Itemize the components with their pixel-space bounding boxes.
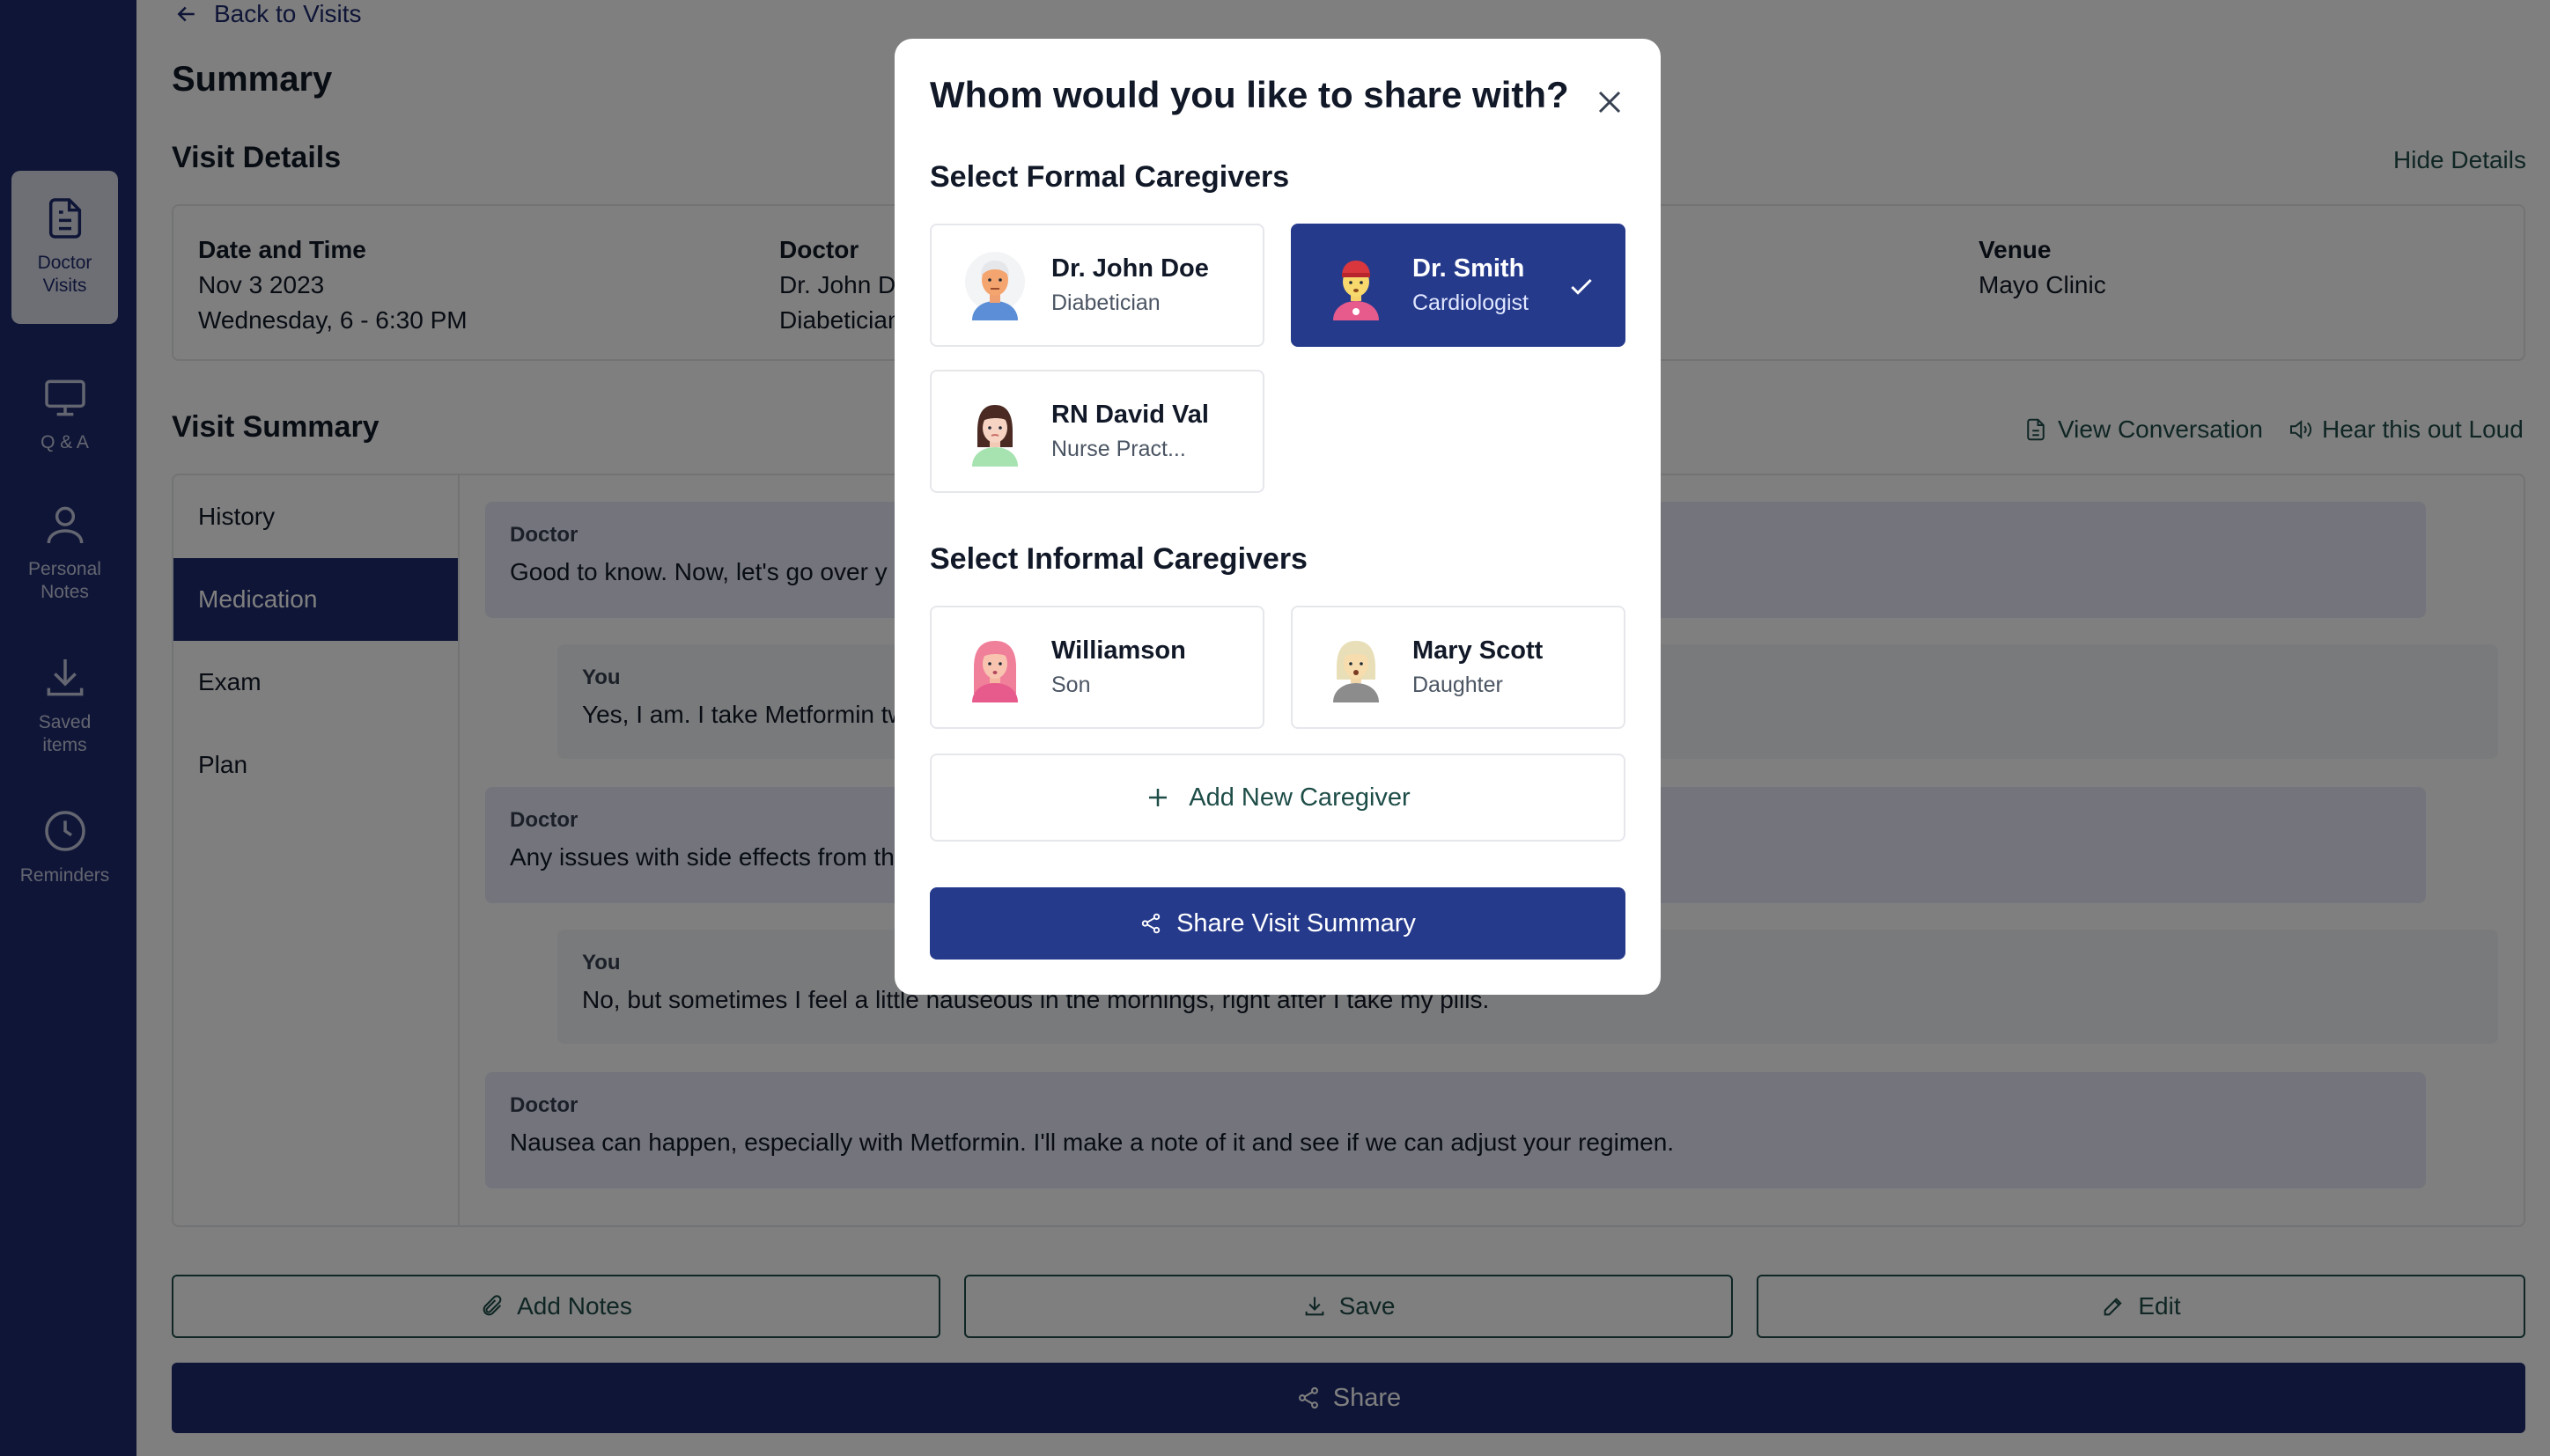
checkmark-icon [1571,278,1592,295]
informal-caregivers-heading: Select Informal Caregivers [930,542,1308,576]
caregiver-card[interactable]: Williamson Son [930,606,1264,729]
share-icon [1141,913,1161,934]
caregiver-info: RN David Val Nurse Pract... [1051,401,1209,462]
caregiver-name: RN David Val [1051,401,1209,429]
share-visit-summary-label: Share Visit Summary [1176,908,1416,938]
modal-title: Whom would you like to share with? [930,74,1569,115]
share-visit-summary-button[interactable]: Share Visit Summary [930,887,1625,960]
caregiver-role: Daughter [1412,673,1503,697]
caregiver-card[interactable]: Dr. John Doe Diabetician [930,224,1264,347]
caregiver-info: Williamson Son [1051,636,1186,698]
caregiver-role: Son [1051,673,1091,697]
caregiver-info: Dr. John Doe Diabetician [1051,254,1209,316]
caregiver-name: Mary Scott [1412,636,1544,665]
caregiver-name: Williamson [1051,636,1186,665]
avatar [1333,261,1379,320]
caregiver-card-selected[interactable]: Dr. Smith Cardiologist [1291,224,1625,347]
avatar [1333,641,1379,702]
caregiver-card[interactable]: Mary Scott Daughter [1291,606,1625,729]
formal-caregivers-heading: Select Formal Caregivers [930,160,1290,194]
caregiver-role: Diabetician [1051,290,1161,315]
close-icon[interactable] [1590,83,1629,121]
add-caregiver-label: Add New Caregiver [1189,783,1411,812]
share-modal: Whom would you like to share with? Selec… [895,39,1661,995]
avatar [972,405,1018,467]
caregiver-info: Dr. Smith Cardiologist [1412,254,1529,316]
avatar [972,641,1018,702]
avatar [965,252,1025,320]
add-caregiver-button[interactable]: Add New Caregiver [930,754,1625,842]
caregiver-name: Dr. John Doe [1051,254,1209,283]
caregiver-role: Cardiologist [1412,290,1529,315]
caregiver-name: Dr. Smith [1412,254,1525,283]
caregiver-info: Mary Scott Daughter [1412,636,1543,698]
caregiver-card[interactable]: RN David Val Nurse Pract... [930,370,1264,493]
caregiver-role: Nurse Pract... [1051,437,1186,461]
plus-icon [1149,789,1168,806]
